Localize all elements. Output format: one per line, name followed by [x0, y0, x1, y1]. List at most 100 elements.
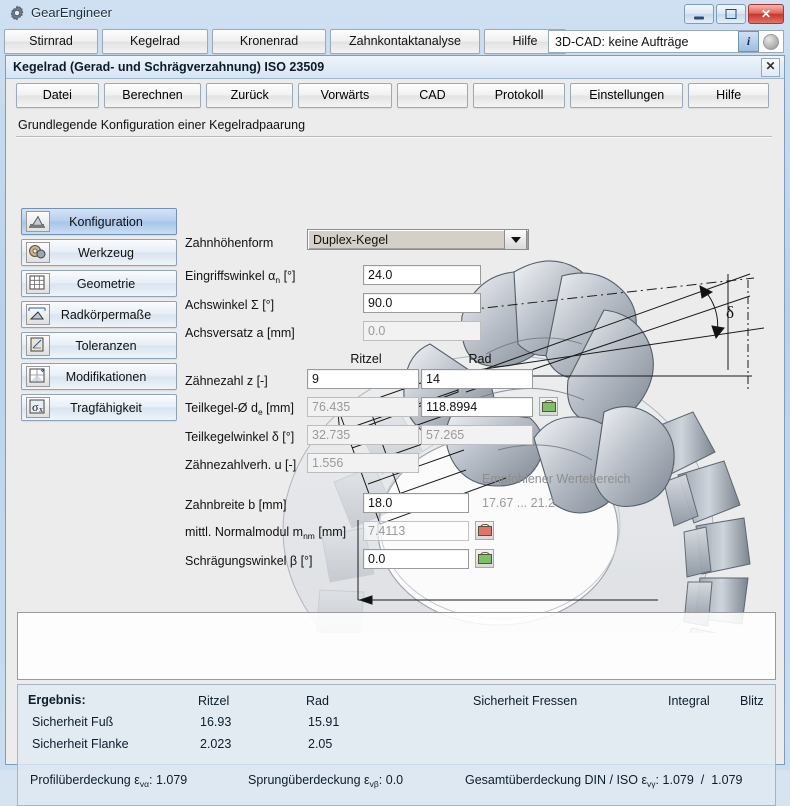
title-bar: GearEngineer ✕ [0, 0, 790, 26]
pressure-angle-label: Eingriffswinkel αn [°] [185, 269, 296, 285]
offset-label: Achsversatz a [mm] [185, 326, 295, 340]
wheel-input-0[interactable]: 14 [421, 369, 533, 389]
tolerances-icon [26, 335, 50, 356]
recommended-range-header: Empfohlener Wertebereich [482, 472, 630, 486]
window-controls: ✕ [684, 4, 784, 24]
document-title-bar: Kegelrad (Gerad- und Schrägverzahnung) I… [6, 56, 784, 79]
shaft-angle-label: Achswinkel Σ [°] [185, 298, 274, 312]
content-area: δ Konfiguration Werkzeug Geometrie Radkörpe… [7, 140, 783, 633]
sidebar-item-label: Modifikationen [50, 370, 176, 384]
tooth-height-form-label: Zahnhöhenform [185, 236, 273, 250]
page-subtitle: Grundlegende Konfiguration einer Kegelra… [18, 118, 305, 132]
column-header-pinion: Ritzel [311, 352, 421, 366]
sidebar-item-label: Tragfähigkeit [50, 401, 176, 415]
cad-status-bar: 3D-CAD: keine Aufträge i [548, 30, 784, 53]
results-panel: Ergebnis: Ritzel Rad Sicherheit Fressen … [17, 684, 776, 806]
modifications-icon [26, 366, 50, 387]
result-row-pinion: 2.023 [200, 737, 231, 751]
pinion-input-3: 1.556 [307, 453, 419, 473]
configuration-icon [26, 211, 50, 232]
sidebar-item-modifikationen[interactable]: Modifikationen [21, 363, 177, 390]
gearengineer-window: GearEngineer ✕ StirnradKegelradKronenrad… [0, 0, 790, 770]
results-col-scuffing: Sicherheit Fressen [473, 694, 577, 708]
toolbar-button-einstellungen[interactable]: Einstellungen [570, 83, 683, 108]
geometry-grid-icon [26, 273, 50, 294]
main-tab-zahnkontaktanalyse[interactable]: Zahnkontaktanalyse [330, 29, 480, 54]
result-row-wheel: 2.05 [308, 737, 332, 751]
total-contact-ratio: Gesamtüberdeckung DIN / ISO εvγ: 1.079 /… [465, 773, 742, 789]
pinion-input-0[interactable]: 9 [307, 369, 419, 389]
single-input-2[interactable]: 0.0 [363, 549, 469, 569]
pinion-input-2: 32.735 [307, 425, 419, 445]
info-icon[interactable]: i [738, 31, 759, 52]
result-row-label: Sicherheit Fuß [32, 715, 113, 729]
column-header-wheel: Rad [425, 352, 535, 366]
sidebar-item-tragf-higkeit[interactable]: σxTragfähigkeit [21, 394, 177, 421]
status-led-icon [763, 34, 779, 50]
toolbar-button-zurück[interactable]: Zurück [206, 83, 292, 108]
svg-text:x: x [39, 405, 43, 414]
sidebar-item-radk-rperma-e[interactable]: Radkörpermaße [21, 301, 177, 328]
maximize-button[interactable] [716, 4, 746, 24]
delta-angle-label: δ [726, 303, 734, 322]
sidebar-item-label: Geometrie [50, 277, 176, 291]
document-title: Kegelrad (Gerad- und Schrägverzahnung) I… [6, 60, 324, 74]
results-col-pinion: Ritzel [198, 694, 229, 708]
toolbar-button-vorwärts[interactable]: Vorwärts [298, 83, 392, 108]
close-button[interactable]: ✕ [748, 4, 784, 24]
main-tab-kegelrad[interactable]: Kegelrad [102, 29, 208, 54]
toolbar-button-hilfe[interactable]: Hilfe [688, 83, 769, 108]
pressure-angle-input[interactable]: 24.0 [363, 265, 481, 285]
toolbar-button-datei[interactable]: Datei [16, 83, 99, 108]
tooth-height-form-select[interactable]: Duplex-Kegel [307, 229, 529, 250]
offset-input: 0.0 [363, 321, 481, 341]
cad-status-text: 3D-CAD: keine Aufträge [549, 35, 738, 49]
lock-toggle-row-1[interactable] [539, 397, 558, 416]
row-label: Zähnezahl z [-] [185, 370, 268, 392]
sidebar-item-toleranzen[interactable]: Toleranzen [21, 332, 177, 359]
minimize-button[interactable] [684, 4, 714, 24]
single-input-0[interactable]: 18.0 [363, 493, 469, 513]
shaft-angle-input[interactable]: 90.0 [363, 293, 481, 313]
window-title: GearEngineer [31, 5, 112, 20]
sidebar-item-label: Werkzeug [50, 246, 176, 260]
document-close-icon[interactable]: ✕ [761, 58, 780, 77]
row-label: Teilkegelwinkel δ [°] [185, 426, 294, 448]
row-label: Teilkegel-Ø de [mm] [185, 398, 294, 420]
divider [16, 136, 772, 138]
sidebar-item-label: Toleranzen [50, 339, 176, 353]
result-row-pinion: 16.93 [200, 715, 231, 729]
single-row-label: Zahnbreite b [mm] [185, 494, 286, 516]
wheel-input-2: 57.265 [421, 425, 533, 445]
results-col-integral: Integral [668, 694, 710, 708]
lock-toggle-single-1[interactable] [475, 521, 494, 540]
gear-icon [9, 5, 25, 21]
toolbar-button-berechnen[interactable]: Berechnen [104, 83, 202, 108]
sidebar-item-geometrie[interactable]: Geometrie [21, 270, 177, 297]
pinion-input-1: 76.435 [307, 397, 419, 417]
main-tab-stirnrad[interactable]: Stirnrad [4, 29, 98, 54]
lock-toggle-single-2[interactable] [475, 549, 494, 568]
wheel-input-1[interactable]: 118.8994 [421, 397, 533, 417]
single-row-label: mittl. Normalmodul mnm [mm] [185, 522, 346, 544]
overlap-contact-ratio: Sprungüberdeckung εvβ: 0.0 [248, 773, 403, 789]
close-icon: ✕ [761, 8, 771, 20]
result-row-label: Sicherheit Flanke [32, 737, 129, 751]
toolbar-button-cad[interactable]: CAD [397, 83, 468, 108]
results-col-wheel: Rad [306, 694, 329, 708]
tooth-height-form-value: Duplex-Kegel [308, 233, 504, 247]
chevron-down-icon[interactable] [504, 229, 527, 250]
tool-icon [26, 242, 50, 263]
message-panel [17, 612, 776, 680]
single-input-1: 7.4113 [363, 521, 469, 541]
main-tab-kronenrad[interactable]: Kronenrad [212, 29, 326, 54]
sidebar-item-werkzeug[interactable]: Werkzeug [21, 239, 177, 266]
load-capacity-icon: σx [26, 397, 50, 418]
recommended-range-value: 17.67 ... 21.2 [482, 496, 555, 510]
single-row-label: Schrägungswinkel β [°] [185, 550, 313, 572]
sidebar-item-label: Konfiguration [50, 215, 176, 229]
result-row-wheel: 15.91 [308, 715, 339, 729]
sidebar-item-konfiguration[interactable]: Konfiguration [21, 208, 177, 235]
toolbar-button-protokoll[interactable]: Protokoll [473, 83, 565, 108]
results-col-flash: Blitz [740, 694, 764, 708]
